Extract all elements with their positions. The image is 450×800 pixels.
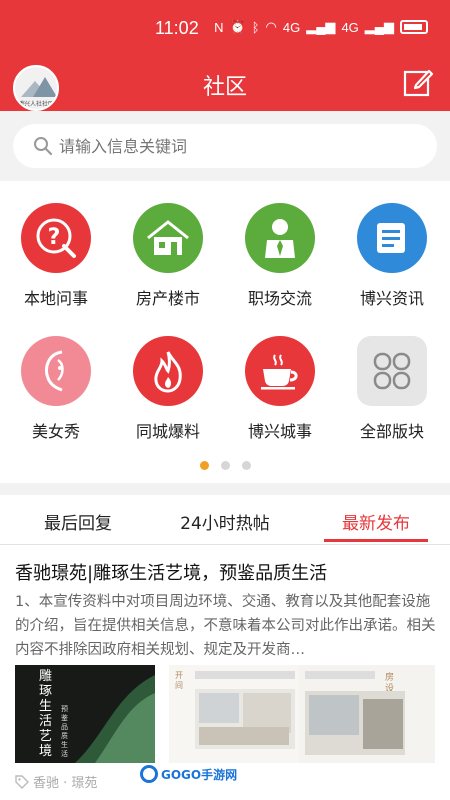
wifi-icon: ◠: [265, 19, 277, 34]
page-title: 社区: [202, 75, 247, 100]
house-icon: [133, 203, 203, 273]
watermark-text: GOGO手游网: [161, 767, 238, 782]
document-icon: [357, 203, 427, 273]
page-dot-active[interactable]: [199, 461, 209, 470]
image-1-text-sub: 预鉴品质生活: [61, 705, 68, 758]
category-city-scoops[interactable]: 同城爆料: [112, 336, 224, 442]
question-pen-icon: ?: [21, 203, 91, 273]
article-title[interactable]: 香驰璟苑|雕琢生活艺境，预鉴品质生活: [15, 559, 327, 585]
status-time: 11:02: [155, 18, 199, 38]
tab-latest[interactable]: 最新发布: [336, 509, 416, 534]
category-label: 职场交流: [247, 289, 312, 308]
category-label: 博兴城事: [247, 422, 312, 441]
active-tab-indicator: [324, 539, 428, 542]
page-dot[interactable]: [220, 461, 230, 470]
status-bar: 11:02 N ⏰ ᛒ ◠ 4G ▂▄▆ 4G ▂▄▆: [0, 0, 450, 56]
category-label: 全部版块: [359, 422, 424, 441]
network-label-2: 4G: [341, 19, 359, 35]
tab-24h-hot[interactable]: 24小时热帖: [170, 509, 280, 534]
category-label: 美女秀: [31, 422, 80, 441]
search-input[interactable]: [59, 136, 399, 156]
coffee-cup-icon: [245, 336, 315, 406]
status-icons: N ⏰ ᛒ ◠ 4G ▂▄▆ 4G ▂▄▆: [214, 19, 428, 35]
category-beauty-show[interactable]: 美女秀: [0, 336, 112, 442]
page-dot[interactable]: [241, 461, 251, 470]
edit-icon[interactable]: [402, 66, 434, 98]
signal-icon: ▂▄▆: [306, 19, 336, 34]
battery-icon: [400, 20, 428, 34]
bluetooth-icon: ᛒ: [251, 19, 260, 35]
category-boxing-city-affairs[interactable]: 博兴城事: [224, 336, 336, 442]
app-header: 博兴人社社区 社区: [0, 56, 450, 111]
category-label: 博兴资讯: [359, 289, 424, 308]
article-image-2[interactable]: 开间: [169, 665, 309, 763]
watermark-logo-icon: [140, 765, 158, 783]
search-icon: [34, 137, 53, 156]
page-indicator: [0, 461, 450, 470]
category-grid: ? 本地问事 房产楼市 职场交流 博兴资讯 美女秀 同城爆料 博兴城事 全部版块: [0, 181, 450, 483]
search-bar[interactable]: [13, 124, 437, 168]
category-workplace[interactable]: 职场交流: [224, 203, 336, 309]
tab-last-reply[interactable]: 最后回复: [38, 509, 118, 534]
businessman-icon: [245, 203, 315, 273]
nfc-icon: N: [214, 19, 224, 35]
category-label: 同城爆料: [135, 422, 200, 441]
category-real-estate[interactable]: 房产楼市: [112, 203, 224, 309]
network-label-1: 4G: [282, 19, 301, 35]
image-1-text-main: 雕琢生活艺境: [39, 669, 53, 759]
category-all-boards[interactable]: 全部版块: [336, 336, 448, 442]
article-image-1[interactable]: 雕琢生活艺境 预鉴品质生活: [15, 665, 155, 763]
tag-icon: [15, 774, 29, 789]
woman-face-icon: [21, 336, 91, 406]
article-summary: 1、本宣传资料中对项目周边环境、交通、教育以及其他配套设施的介绍，旨在提供相关信…: [15, 594, 436, 658]
category-label: 房产楼市: [135, 289, 200, 308]
tag-text: 香驰 · 璟苑: [33, 776, 98, 791]
watermark: GOGO手游网: [140, 765, 237, 783]
category-label: 本地问事: [23, 289, 88, 308]
article-image-3[interactable]: 房设计: [299, 665, 435, 763]
fire-icon: [133, 336, 203, 406]
grid-all-icon: [357, 336, 427, 406]
category-local-questions[interactable]: ? 本地问事: [0, 203, 112, 309]
search-area: [0, 111, 450, 181]
signal-icon-2: ▂▄▆: [364, 19, 394, 34]
article-card[interactable]: 香驰璟苑|雕琢生活艺境，预鉴品质生活 1、本宣传资料中对项目周边环境、交通、教育…: [0, 545, 450, 800]
feed-tabs: 最后回复 24小时热帖 最新发布: [0, 495, 450, 545]
alarm-icon: ⏰: [229, 19, 246, 34]
svg-text:?: ?: [48, 225, 61, 250]
article-thumbnails: 雕琢生活艺境 预鉴品质生活 开间 房设计: [15, 665, 435, 763]
category-boxing-news[interactable]: 博兴资讯: [336, 203, 448, 309]
article-tags: 香驰 · 璟苑: [15, 772, 97, 791]
